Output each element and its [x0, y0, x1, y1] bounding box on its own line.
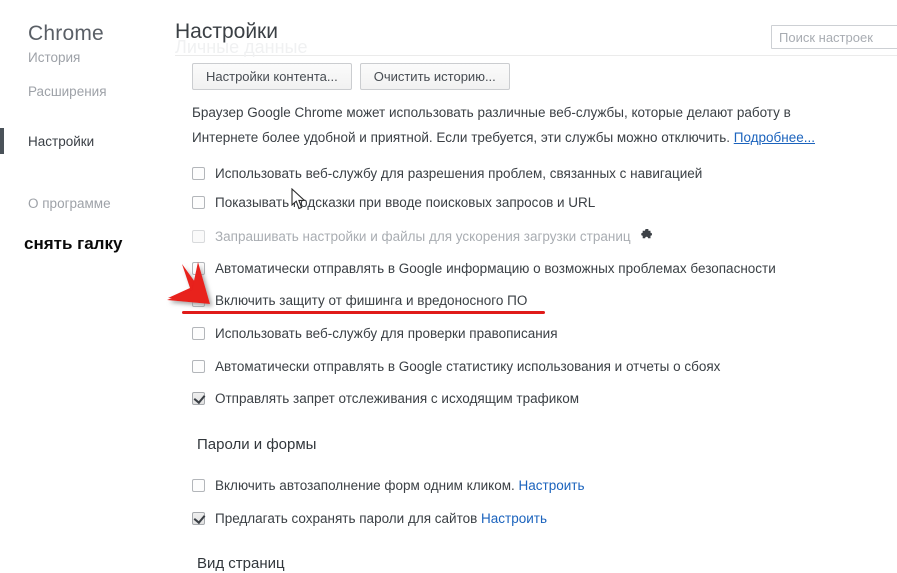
privacy-option-row-label: Автоматически отправлять в Google информ… — [215, 261, 776, 276]
configure-link[interactable]: Настроить — [519, 478, 585, 493]
privacy-option-row-label: Запрашивать настройки и файлы для ускоре… — [215, 229, 631, 244]
privacy-option-row-label: Показывать подсказки при вводе поисковых… — [215, 195, 595, 210]
search-input[interactable] — [771, 25, 897, 49]
sidebar: Chrome История Расширения Настройки О прогр… — [0, 0, 165, 573]
option-text: Показывать подсказки при вводе поисковых… — [215, 194, 596, 210]
option-text: Автоматически отправлять в Google статис… — [215, 358, 721, 374]
page-title: Настройки — [175, 20, 278, 43]
brand-title: Chrome — [28, 22, 104, 45]
sidebar-item-3[interactable]: О программе — [0, 190, 165, 216]
privacy-option-row-label: Включить защиту от фишинга и вредоносног… — [215, 293, 527, 308]
privacy-description-text: Браузер Google Chrome может использовать… — [192, 105, 791, 145]
content-buttons-row: Настройки контента... Очистить историю... — [192, 63, 510, 90]
checkbox-unchecked[interactable] — [192, 478, 205, 492]
checkbox-checked[interactable] — [192, 511, 205, 525]
checkbox-unchecked[interactable] — [192, 261, 205, 275]
checkbox-checked[interactable] — [192, 391, 205, 405]
option-text: Использовать веб-службу для проверки пра… — [215, 325, 558, 341]
privacy-option-row-7[interactable]: Отправлять запрет отслеживания с исходящ… — [192, 387, 579, 409]
privacy-option-row-label: Отправлять запрет отслеживания с исходящ… — [215, 391, 579, 406]
privacy-option-row-3[interactable]: Автоматически отправлять в Google информ… — [192, 257, 776, 279]
password-option-row-1[interactable]: Предлагать сохранять пароли для сайтов Н… — [192, 507, 547, 529]
checkbox-unchecked[interactable] — [192, 166, 205, 180]
checkbox-unchecked[interactable] — [192, 195, 205, 209]
settings-main-panel: Личные данные Настройки Настройки контен… — [165, 0, 897, 573]
checkbox-unchecked[interactable] — [192, 293, 205, 307]
sidebar-item-label: История — [28, 49, 81, 65]
option-text: Автоматически отправлять в Google информ… — [215, 260, 776, 276]
sidebar-item-1[interactable]: Расширения — [0, 78, 165, 104]
privacy-option-row-0[interactable]: Использовать веб-службу для разрешения п… — [192, 162, 702, 184]
sidebar-active-indicator — [0, 128, 4, 154]
sidebar-item-label: Настройки — [28, 133, 95, 149]
annotation-label: снять галку — [24, 234, 123, 253]
sidebar-item-label: Расширения — [28, 83, 107, 99]
privacy-option-row-5[interactable]: Использовать веб-службу для проверки пра… — [192, 322, 558, 344]
password-option-row-label: Включить автозаполнение форм одним клико… — [215, 478, 584, 493]
option-text: Использовать веб-службу для разрешения п… — [215, 165, 703, 181]
privacy-description: Браузер Google Chrome может использовать… — [192, 100, 852, 150]
privacy-option-row-6[interactable]: Автоматически отправлять в Google статис… — [192, 355, 720, 377]
password-option-row-label: Предлагать сохранять пароли для сайтов Н… — [215, 511, 547, 526]
option-text: Включить защиту от фишинга и вредоносног… — [215, 292, 528, 308]
sidebar-item-label: О программе — [28, 195, 111, 211]
option-text: Запрашивать настройки и файлы для ускоре… — [215, 228, 631, 244]
section-heading-1: Вид страниц — [197, 555, 285, 572]
privacy-option-row-1[interactable]: Показывать подсказки при вводе поисковых… — [192, 191, 595, 213]
checkbox-unchecked — [192, 229, 205, 243]
puzzle-piece-icon — [640, 229, 654, 243]
privacy-option-row-label: Использовать веб-службу для проверки пра… — [215, 326, 558, 341]
checkbox-unchecked[interactable] — [192, 359, 205, 373]
annotation-underline — [182, 311, 545, 314]
privacy-option-row-label: Использовать веб-службу для разрешения п… — [215, 166, 702, 181]
learn-more-link[interactable]: Подробнее... — [734, 130, 815, 145]
sidebar-item-2[interactable]: Настройки — [0, 128, 165, 154]
sidebar-item-0[interactable]: История — [0, 44, 165, 70]
section-heading-0: Пароли и формы — [197, 436, 317, 453]
toolbar-button-0[interactable]: Настройки контента... — [192, 63, 352, 90]
privacy-option-row-4[interactable]: Включить защиту от фишинга и вредоносног… — [192, 289, 527, 311]
configure-link[interactable]: Настроить — [481, 511, 547, 526]
option-text: Предлагать сохранять пароли для сайтов — [215, 510, 478, 526]
option-text: Включить автозаполнение форм одним клико… — [215, 477, 515, 493]
password-option-row-0[interactable]: Включить автозаполнение форм одним клико… — [192, 474, 584, 496]
search-box[interactable] — [771, 25, 897, 49]
checkbox-unchecked[interactable] — [192, 326, 205, 340]
toolbar-button-1[interactable]: Очистить историю... — [359, 63, 510, 90]
privacy-option-row-2[interactable]: Запрашивать настройки и файлы для ускоре… — [192, 225, 654, 247]
privacy-option-row-label: Автоматически отправлять в Google статис… — [215, 359, 720, 374]
option-text: Отправлять запрет отслеживания с исходящ… — [215, 390, 580, 406]
